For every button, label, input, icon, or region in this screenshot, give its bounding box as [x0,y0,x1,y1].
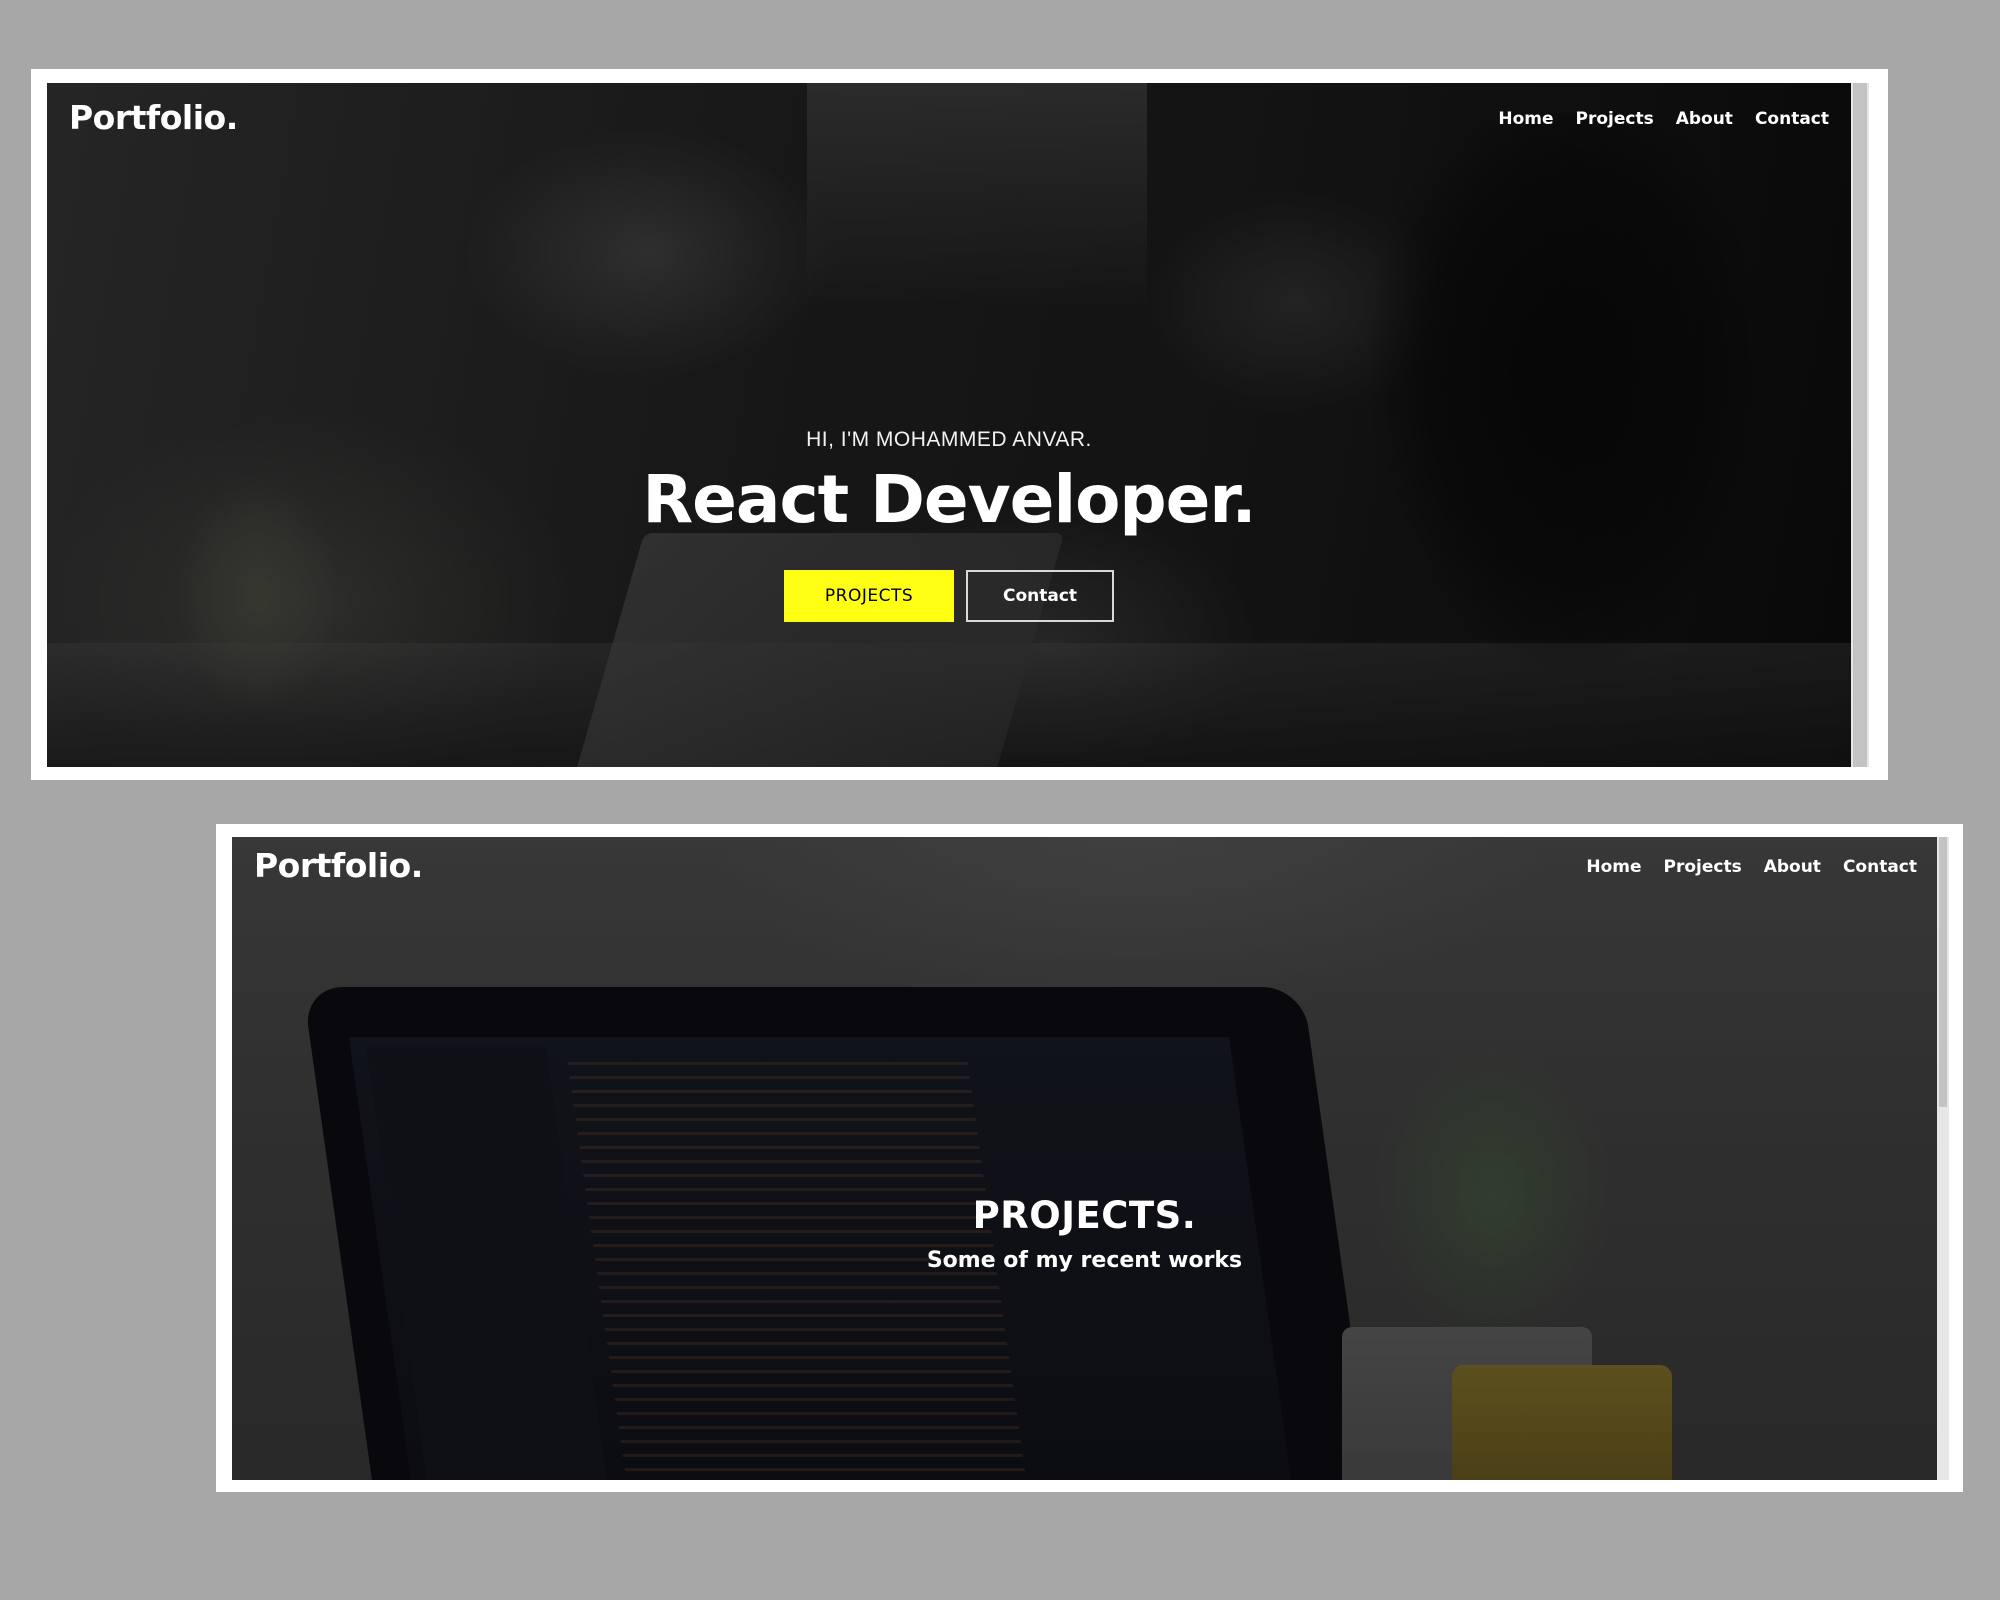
nav-contact[interactable]: Contact [1843,857,1917,877]
main-nav: Home Projects About Contact [1586,857,1917,877]
hero-title: React Developer. [642,461,1256,538]
scrollbar-thumb[interactable] [1939,837,1947,1107]
hero-overlay [47,83,1851,767]
nav-projects[interactable]: Projects [1664,857,1742,877]
nav-home[interactable]: Home [1498,109,1553,129]
main-nav: Home Projects About Contact [1498,109,1829,129]
contact-button[interactable]: Contact [966,570,1114,622]
nav-about[interactable]: About [1676,109,1733,129]
hero-intro: HI, I'M MOHAMMED ANVAR. [806,428,1092,451]
hero-buttons: PROJECTS Contact [47,570,1851,622]
nav-contact[interactable]: Contact [1755,109,1829,129]
home-viewport: Portfolio. Home Projects About Contact H… [47,83,1851,767]
section-subtitle: Some of my recent works [926,1248,1243,1273]
projects-viewport: Portfolio. Home Projects About Contact P… [232,837,1937,1480]
nav-projects[interactable]: Projects [1576,109,1654,129]
projects-button[interactable]: PROJECTS [784,570,954,622]
scrollbar-thumb[interactable] [1853,83,1867,767]
scrollbar[interactable] [1937,837,1949,1480]
nav-about[interactable]: About [1764,857,1821,877]
projects-screenshot: Portfolio. Home Projects About Contact P… [216,824,1963,1492]
scrollbar[interactable] [1851,83,1869,767]
section-overlay [232,837,1937,1480]
section-title: PROJECTS. [972,1194,1197,1237]
site-logo[interactable]: Portfolio. [69,98,238,137]
nav-home[interactable]: Home [1586,857,1641,877]
home-screenshot: Portfolio. Home Projects About Contact H… [31,69,1888,780]
site-logo[interactable]: Portfolio. [254,846,423,885]
